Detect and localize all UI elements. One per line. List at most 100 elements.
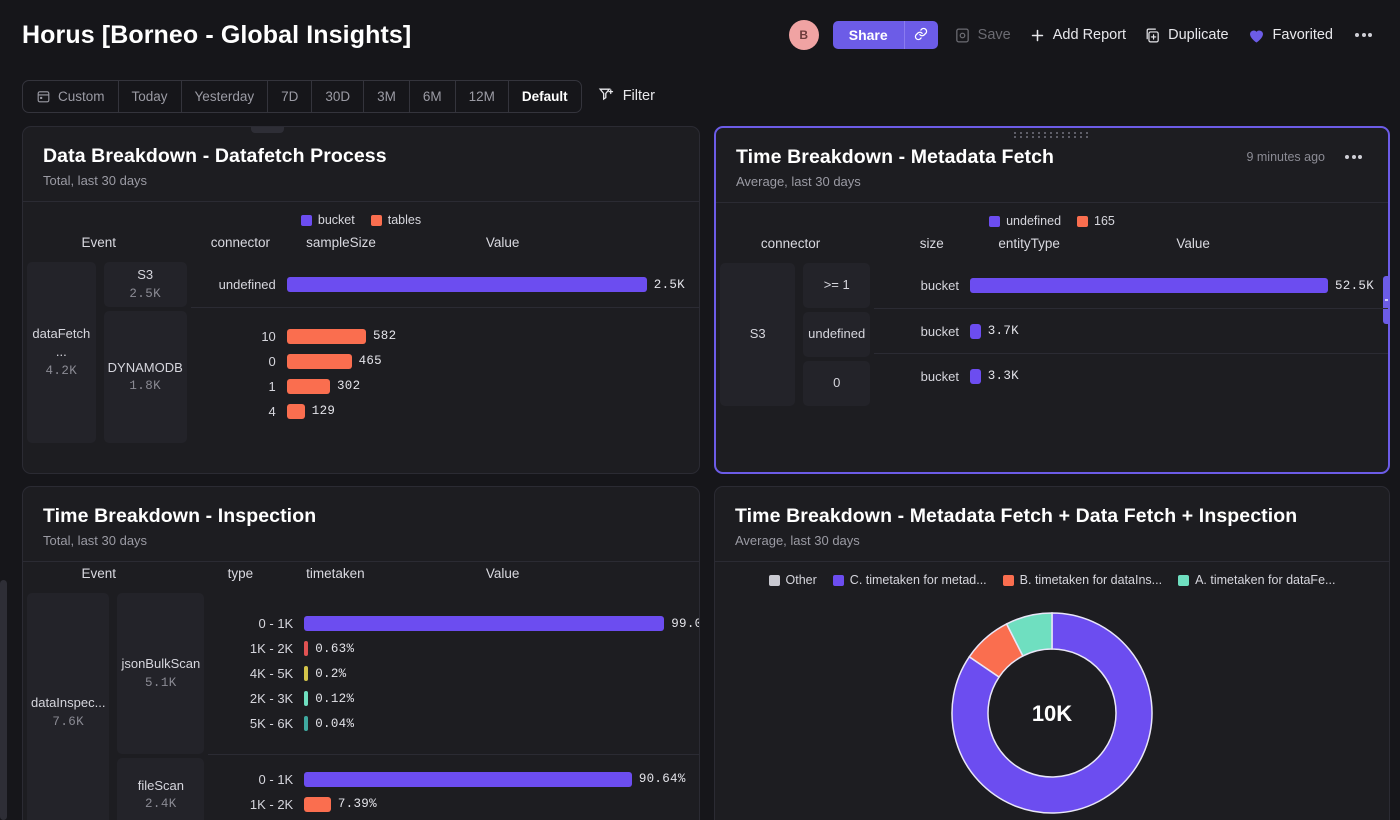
bar-row[interactable]: 1K - 2K 0.63% xyxy=(208,636,699,661)
favorited-button[interactable]: Favorited xyxy=(1245,22,1335,49)
bar-row[interactable]: 0 - 1K 99.02% xyxy=(208,611,699,636)
event-cell[interactable]: dataInspec... 7.6K xyxy=(27,593,110,820)
bar-track: 3.3K xyxy=(969,368,1388,384)
range-30d[interactable]: 30D xyxy=(312,80,365,112)
filter-button[interactable]: Filter xyxy=(598,86,655,107)
bar-row[interactable]: bucket 52.5K xyxy=(874,273,1388,298)
group-cell[interactable]: fileScan 2.4K xyxy=(117,758,205,820)
donut-svg[interactable]: 10K xyxy=(938,599,1166,820)
filter-bar: Custom Today Yesterday 7D 30D 3M 6M 12M Default … xyxy=(0,70,1400,122)
bar-row[interactable]: 10 582 xyxy=(191,324,699,349)
range-12m[interactable]: 12M xyxy=(456,80,509,112)
duplicate-button[interactable]: Duplicate xyxy=(1142,23,1230,48)
card-time-breakdown-inspection[interactable]: Time Breakdown - Inspection Total, last 3… xyxy=(22,486,700,820)
column-header-value: Value xyxy=(485,566,520,581)
card-header: Data Breakdown - Datafetch Process Total,… xyxy=(23,127,699,202)
share-button[interactable]: Share xyxy=(832,21,904,49)
card-time-breakdown-metadata-fetch[interactable]: Time Breakdown - Metadata Fetch Average, … xyxy=(714,126,1390,474)
range-custom[interactable]: Custom xyxy=(23,80,119,112)
range-3m[interactable]: 3M xyxy=(364,80,410,112)
bar-row[interactable]: 0 - 1K 90.64% xyxy=(208,767,699,792)
group-cell[interactable]: DYNAMODB 1.8K xyxy=(103,311,187,443)
legend-item[interactable]: B. timetaken for dataIns... xyxy=(1002,573,1162,587)
bar-row[interactable]: bucket 3.7K xyxy=(874,319,1388,344)
filter-label: Filter xyxy=(622,88,655,104)
bar-value: 0.63% xyxy=(315,641,355,656)
bar-track: 52.5K xyxy=(969,278,1388,293)
group-cell[interactable]: S3 2.5K xyxy=(103,262,187,307)
bar-value: 3.7K xyxy=(987,324,1019,338)
more-options-button[interactable] xyxy=(1349,29,1378,41)
table-body: S3 >= 1 undefined 0 bucket 52.5K bucket 3.7K buc… xyxy=(716,263,1388,410)
favorited-label: Favorited xyxy=(1272,27,1333,43)
group-column: S3 2.5K DYNAMODB 1.8K xyxy=(100,262,191,447)
plus-icon xyxy=(1029,27,1046,44)
bar-row-label: undefined xyxy=(218,277,276,292)
legend-item[interactable]: Other xyxy=(768,573,817,587)
card-options-button[interactable] xyxy=(1339,151,1368,163)
bar-row-label: 4K - 5K xyxy=(249,666,294,681)
range-7d[interactable]: 7D xyxy=(268,80,313,112)
bar-row[interactable]: 4K - 5K 0.2% xyxy=(208,661,699,686)
range-today[interactable]: Today xyxy=(119,80,182,112)
bar-row-label: 2K - 3K xyxy=(249,691,294,706)
event-cell[interactable]: dataFetch ... 4.2K xyxy=(27,262,96,443)
bar-row[interactable]: 2K - 3K 0.12% xyxy=(208,686,699,711)
save-icon xyxy=(954,27,971,44)
range-label: 3M xyxy=(377,88,396,104)
filter-icon xyxy=(598,86,615,107)
bar-value: 465 xyxy=(358,354,382,368)
bar-row-label: bucket xyxy=(920,368,959,384)
event-value: 7.6K xyxy=(52,714,85,729)
bar-row[interactable]: 1 302 xyxy=(191,374,699,399)
bar-track: 0.63% xyxy=(304,641,699,656)
column-header-value: Value xyxy=(485,235,520,250)
add-report-button[interactable]: Add Report xyxy=(1027,23,1128,48)
range-yesterday[interactable]: Yesterday xyxy=(182,80,269,112)
range-default[interactable]: Default xyxy=(509,81,581,112)
bar-row[interactable]: 4 129 xyxy=(191,399,699,424)
legend-swatch xyxy=(300,214,312,226)
card-body: Event type timetaken Value dataInspec... 7.6K… xyxy=(23,562,699,820)
copy-link-button[interactable] xyxy=(903,21,938,49)
legend-item[interactable]: C. timetaken for metad... xyxy=(832,573,987,587)
legend-swatch xyxy=(768,574,780,586)
legend-item[interactable]: undefined xyxy=(989,214,1061,228)
event-label: dataFetch ... xyxy=(32,325,91,360)
bar-fill xyxy=(304,796,331,812)
hover-tooltip-chip: S3 xyxy=(251,127,285,133)
group-cell[interactable]: >= 1 xyxy=(803,263,870,308)
bar-row[interactable]: undefined 2.5K xyxy=(191,272,699,297)
legend-item[interactable]: A. timetaken for dataFe... xyxy=(1178,573,1335,587)
group-cell[interactable]: jsonBulkScan 5.1K xyxy=(117,593,205,754)
bar-fill xyxy=(969,278,1328,293)
card-data-breakdown-datafetch[interactable]: Data Breakdown - Datafetch Process Total,… xyxy=(22,126,700,474)
bar-row-label: 0 xyxy=(268,353,276,369)
add-report-label: Add Report xyxy=(1052,27,1127,43)
bar-row[interactable]: 5K - 6K 0.04% xyxy=(208,711,699,736)
group-cell[interactable]: 0 xyxy=(803,361,870,406)
legend-item[interactable]: bucket xyxy=(300,213,355,227)
bar-row[interactable]: 1K - 2K 7.39% xyxy=(208,792,699,817)
card-timestamp: 9 minutes ago xyxy=(1246,150,1325,164)
card-time-breakdown-combined[interactable]: Time Breakdown - Metadata Fetch + Data F… xyxy=(714,486,1390,820)
save-label: Save xyxy=(977,27,1011,43)
bar-row[interactable]: 0 465 xyxy=(191,349,699,374)
save-button[interactable]: Save xyxy=(952,23,1013,48)
bar-track: 7.39% xyxy=(304,796,699,812)
legend-item[interactable]: tables xyxy=(370,213,421,227)
bar-row[interactable]: bucket 3.3K xyxy=(874,364,1388,389)
group-cell[interactable]: undefined xyxy=(803,312,870,357)
range-6m[interactable]: 6M xyxy=(410,80,456,112)
vertical-scrollbar[interactable] xyxy=(0,580,7,820)
avatar[interactable]: B xyxy=(788,20,819,50)
card-header: Time Breakdown - Inspection Total, last 3… xyxy=(23,487,699,562)
event-cell[interactable]: S3 xyxy=(720,263,796,406)
dot-icon xyxy=(1368,33,1372,37)
column-header-connector: connector xyxy=(760,236,821,251)
card-title: Time Breakdown - Inspection xyxy=(43,505,317,527)
legend-item[interactable]: 165 xyxy=(1077,214,1115,228)
bar-fill xyxy=(286,378,330,394)
dot-icon xyxy=(1351,155,1356,159)
bar-row-label: 5K - 6K xyxy=(249,716,294,731)
